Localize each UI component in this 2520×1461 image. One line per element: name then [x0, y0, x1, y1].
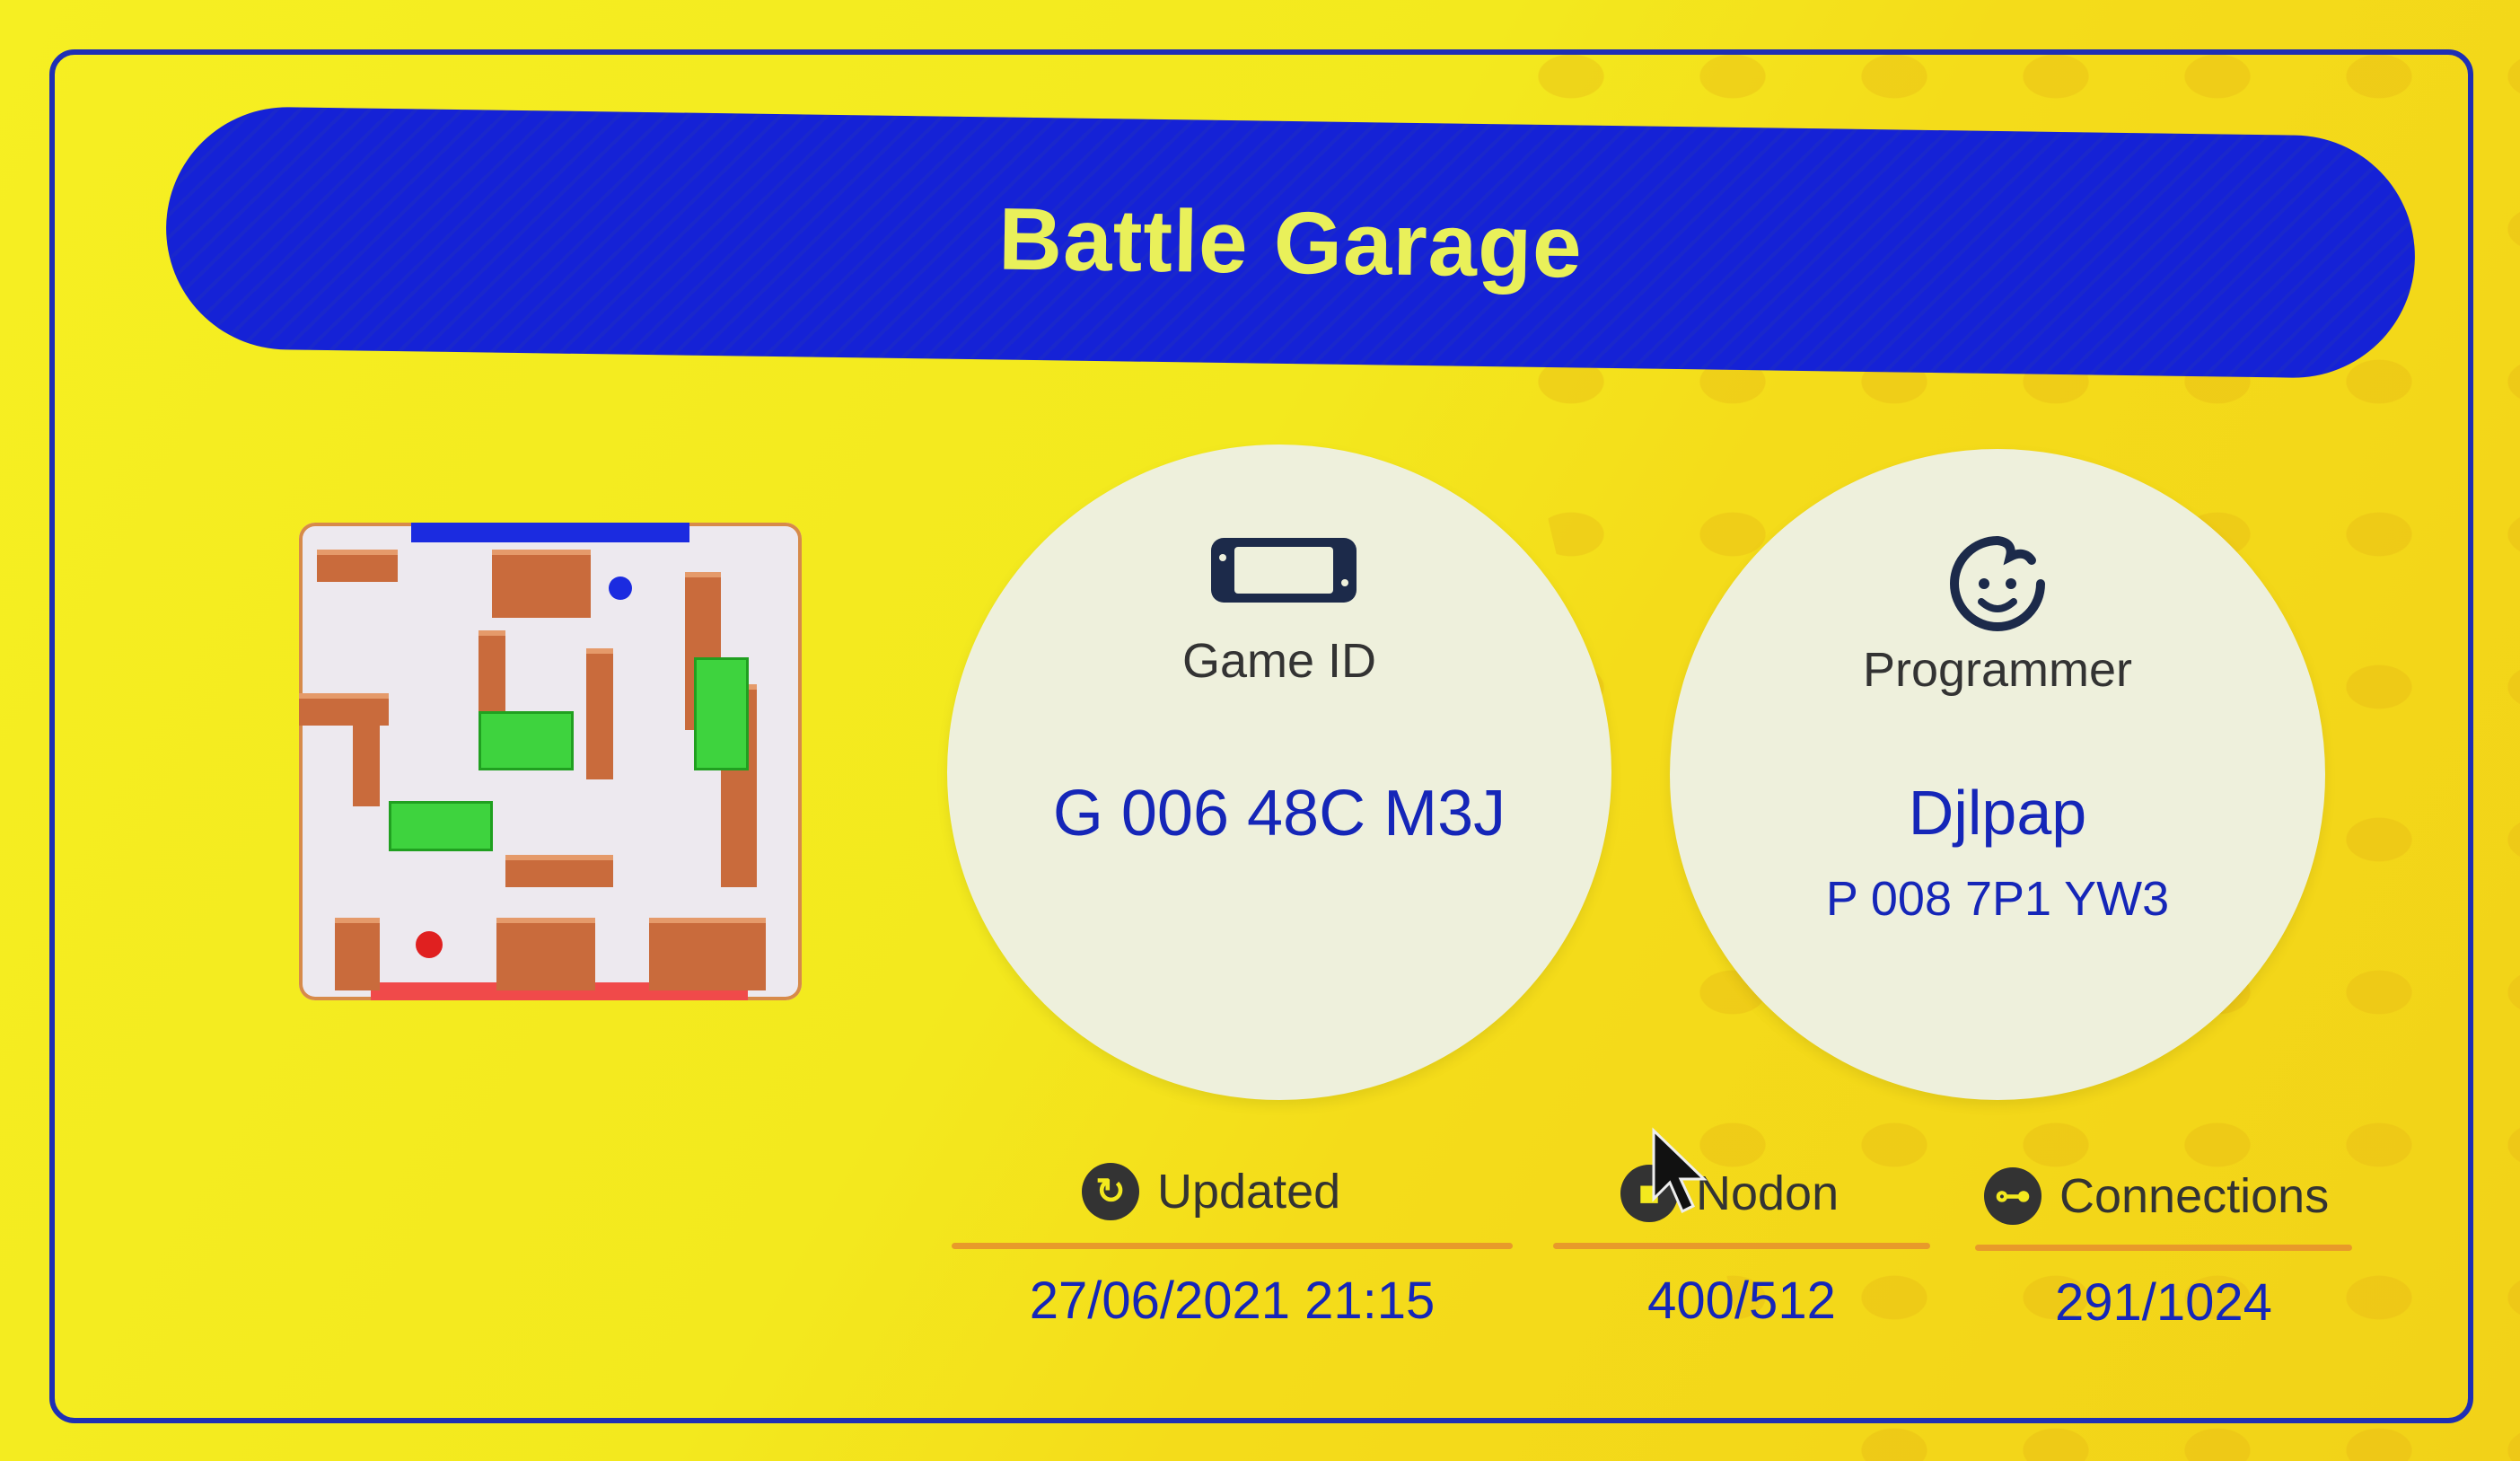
- game-thumbnail[interactable]: [299, 523, 802, 1000]
- console-icon: [1207, 534, 1360, 610]
- programmer-name: Djlpap: [1908, 778, 2087, 848]
- game-title: Battle Garage: [997, 188, 1584, 296]
- pointer-cursor-icon: [1650, 1127, 1713, 1220]
- red-player-marker: [416, 931, 443, 958]
- thumbnail-wall: [496, 918, 595, 990]
- updated-label: Updated: [1157, 1165, 1341, 1219]
- connections-label-group: ⊶ Connections: [1984, 1167, 2329, 1225]
- thumbnail-wall: [649, 918, 766, 990]
- updated-divider: [952, 1243, 1513, 1249]
- smiley-face-icon: [1944, 530, 2051, 641]
- thumbnail-blue-edge: [411, 523, 689, 542]
- connections-divider: [1975, 1245, 2352, 1251]
- thumbnail-wall: [492, 550, 591, 618]
- programmer-id: P 008 7P1 YW3: [1825, 872, 2170, 926]
- programmer-label: Programmer: [1862, 643, 2133, 697]
- connections-label: Connections: [2059, 1169, 2330, 1223]
- connections-value: 291/1024: [2055, 1273, 2272, 1332]
- game-detail-screen: Battle Garage Game ID G 006 48C M3J Prog…: [0, 0, 2520, 1461]
- updated-value: 27/06/2021 21:15: [1029, 1272, 1436, 1330]
- thumbnail-grass: [694, 657, 749, 770]
- thumbnail-wall: [317, 550, 398, 582]
- thumbnail-grass: [389, 801, 493, 851]
- nodon-divider: [1553, 1243, 1930, 1249]
- thumbnail-wall: [586, 648, 613, 779]
- nodon-value: 400/512: [1647, 1272, 1836, 1330]
- updated-label-group: ↻ Updated: [1082, 1163, 1340, 1220]
- connection-icon: ⊶: [1984, 1167, 2041, 1225]
- thumbnail-wall: [505, 855, 613, 887]
- blue-player-marker: [609, 576, 632, 600]
- title-banner: Battle Garage: [164, 105, 2417, 380]
- nodon-label: Nodon: [1696, 1166, 1840, 1220]
- game-id-value: G 006 48C M3J: [1052, 778, 1506, 849]
- programmer-card: Programmer Djlpap P 008 7P1 YW3: [1670, 449, 2325, 1100]
- game-id-label: Game ID: [1181, 634, 1377, 688]
- game-id-card: Game ID G 006 48C M3J: [947, 444, 1611, 1100]
- thumbnail-grass: [479, 711, 574, 770]
- thumbnail-wall: [335, 918, 380, 990]
- thumbnail-wall: [353, 693, 380, 806]
- refresh-icon: ↻: [1082, 1163, 1139, 1220]
